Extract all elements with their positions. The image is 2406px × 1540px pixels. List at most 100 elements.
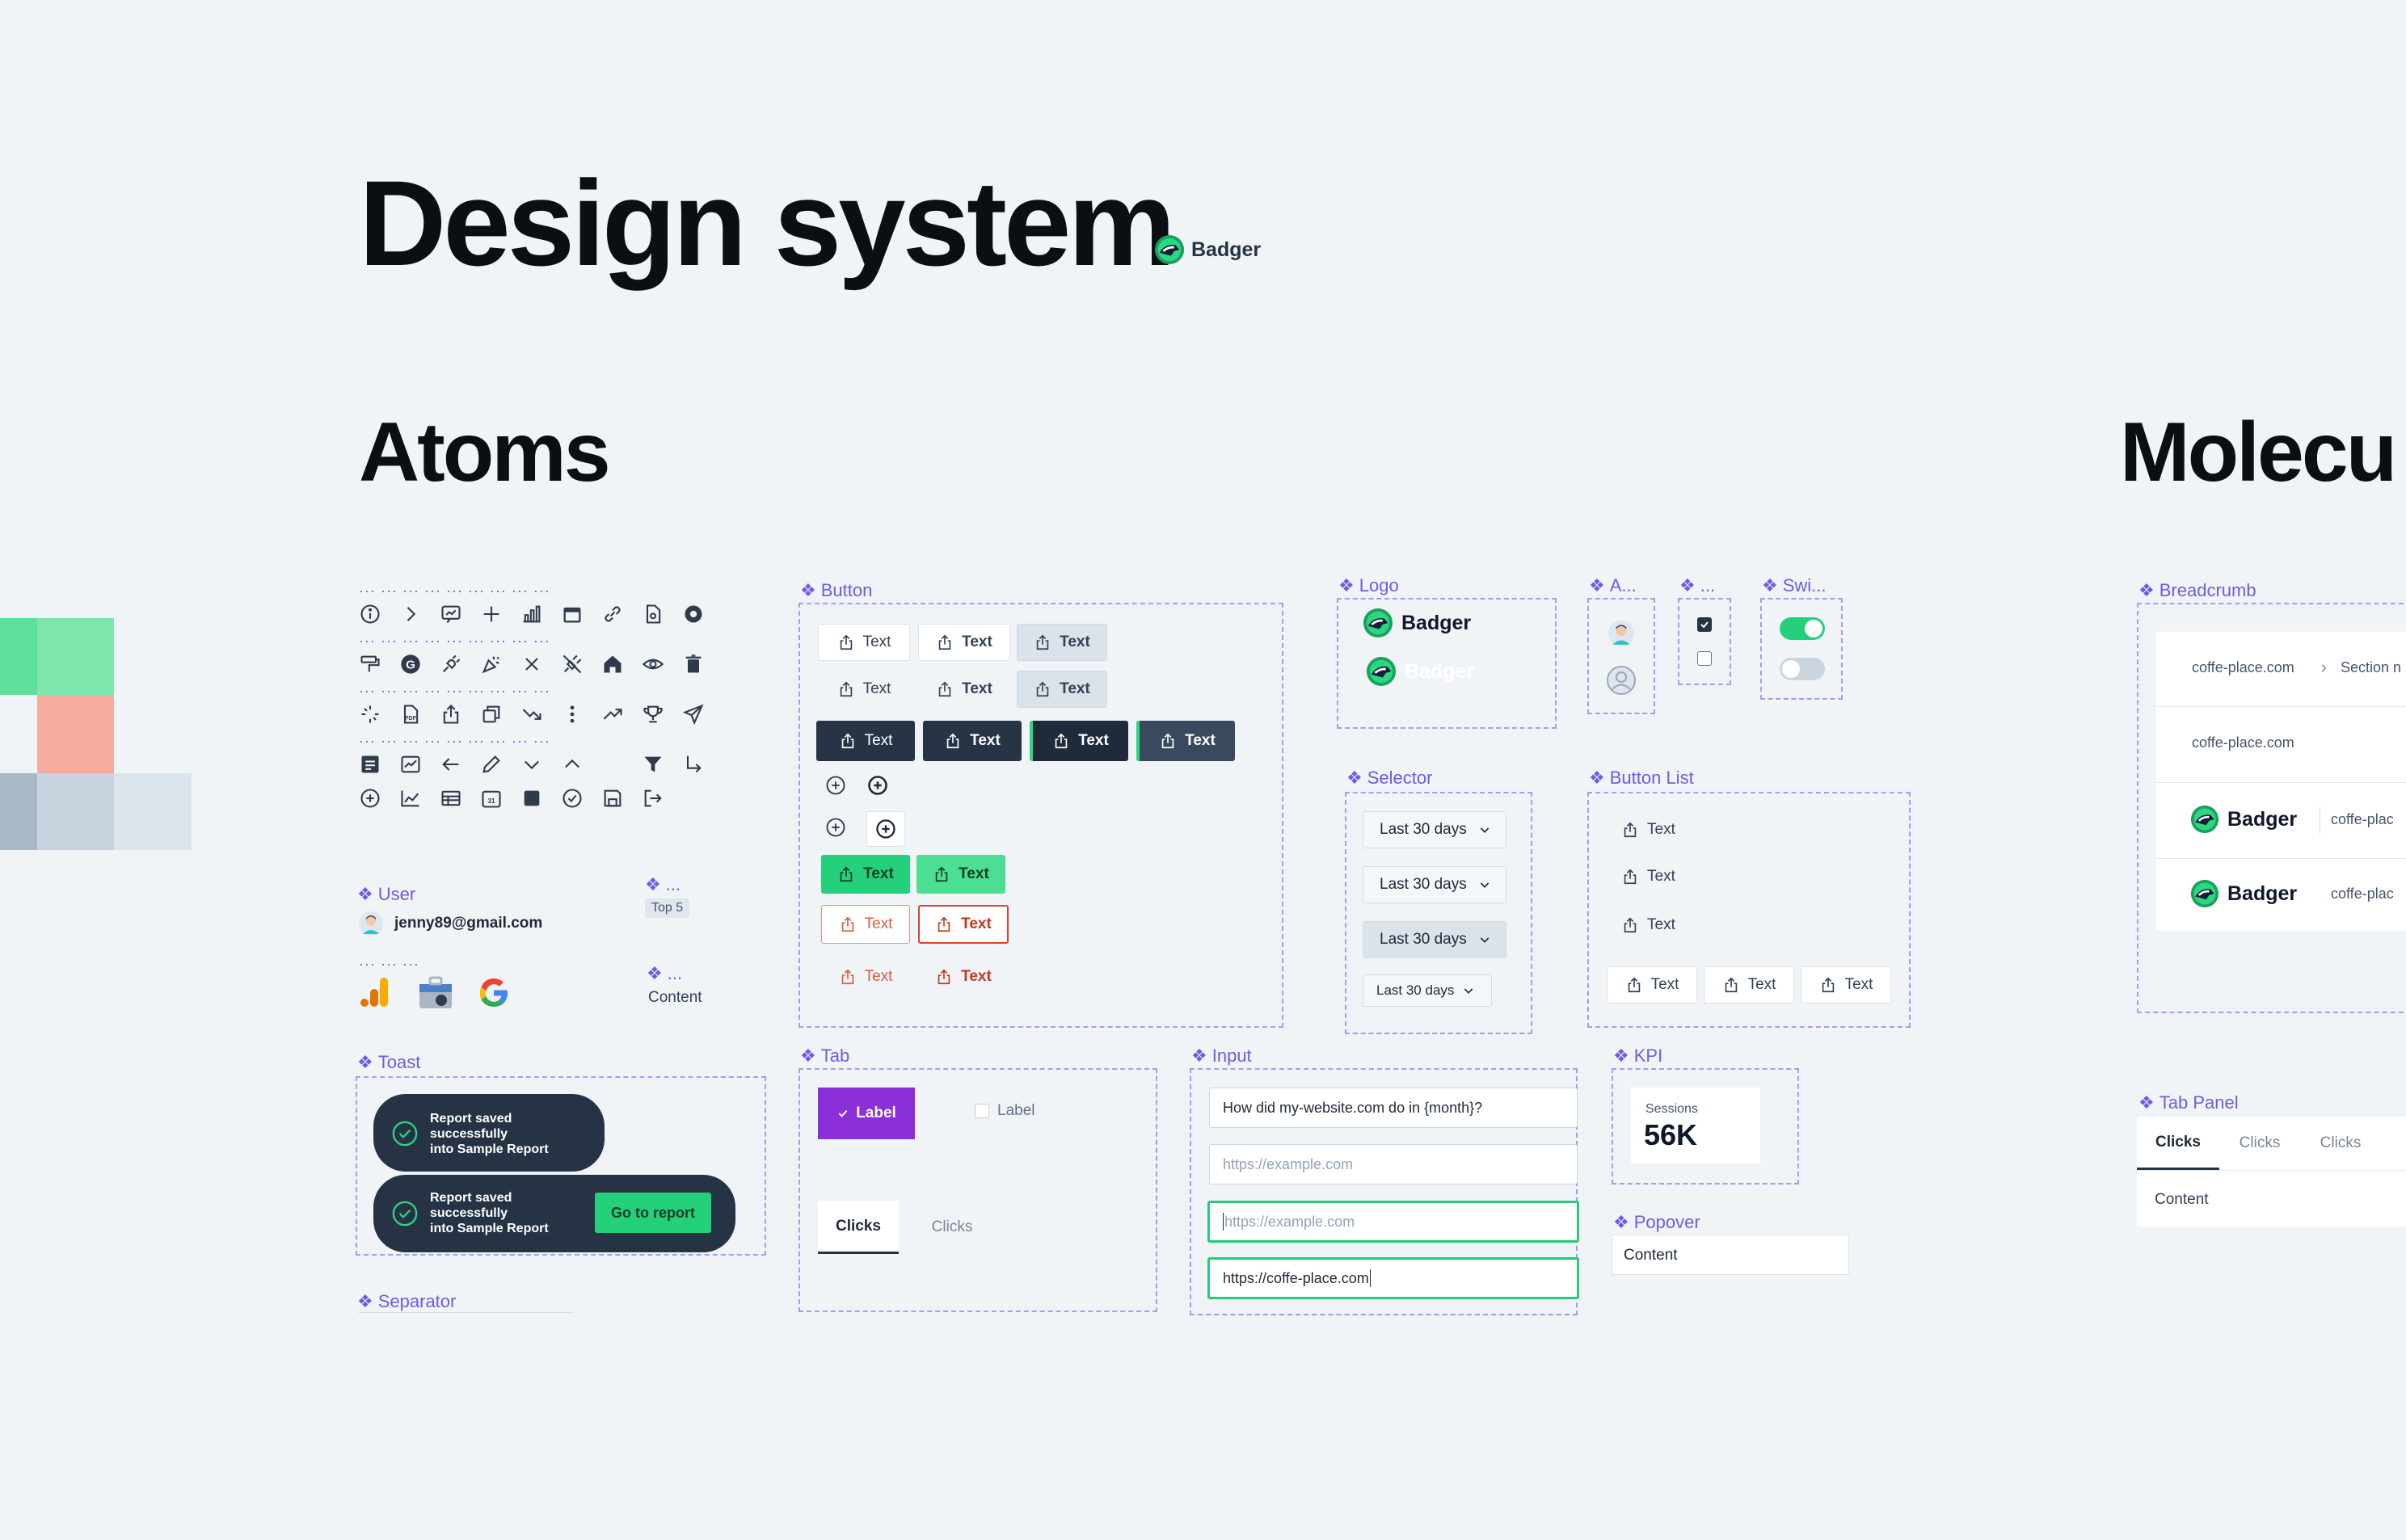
text-button-outline[interactable]: Text [818,624,910,661]
chevron-right-icon [407,607,416,621]
share-icon [841,733,853,749]
unplug-icon [563,654,582,674]
text-button-dark-bold[interactable]: Text [923,721,1022,761]
share-icon [1624,917,1637,933]
content-label: Content [648,989,702,1006]
decor-block-green-1 [0,618,37,695]
eye-icon [642,658,664,670]
tab-unselected-chip[interactable]: Label [975,1102,1035,1120]
brand-logo: Badger [1154,234,1261,265]
share-icon [1036,681,1049,697]
decor-block-gray-2 [37,773,114,850]
breadcrumb-row: coffe-place.com Section n [2156,632,2406,707]
url-input-filled[interactable]: https://coffe-place.com [1207,1257,1579,1299]
text-button-dark-hover[interactable]: Text [1136,721,1235,761]
toast-line-2: successfully [430,1127,508,1141]
tab-clicks-active[interactable]: Clicks [818,1201,899,1254]
user-email: jenny89@gmail.com [394,915,543,932]
add-circle-icon-button-outlined[interactable] [866,811,905,847]
date-range-selector-small[interactable]: Last 30 days [1363,974,1492,1007]
breadcrumb-domain[interactable]: coffe-place.com [2192,734,2294,751]
text-button-gray-pressed[interactable]: Text [1017,671,1107,708]
tab-clicks[interactable]: Clicks [913,1201,991,1254]
kpi-label: Sessions [1645,1102,1698,1116]
add-circle-icon-button-plain[interactable] [824,816,847,839]
date-range-selector-hover[interactable]: Last 30 days [1363,866,1506,903]
breadcrumb-domain[interactable]: coffe-place.com [2192,659,2294,676]
chevron-up-icon [565,759,579,768]
google-logo-icon [479,978,508,1007]
tab-panel-tab-active[interactable]: Clicks [2137,1117,2219,1170]
checkbox-unchecked[interactable] [1697,651,1712,666]
tab-panel-divider [2137,1170,2406,1171]
add-circle-icon [360,789,380,808]
button-list-item-horizontal[interactable]: Text [1704,966,1794,1004]
add-circle-icon-button-bold[interactable] [866,774,889,797]
breadcrumb-trail[interactable]: coffe-plac [2331,811,2394,828]
checkbox-checked[interactable] [1697,617,1712,632]
add-circle-icon-button[interactable] [824,774,847,797]
text-button-dark-selected[interactable]: Text [1030,721,1128,761]
brand-name: Badger [1191,238,1262,261]
breadcrumb-trail[interactable]: coffe-plac [2331,886,2394,903]
share-icon [841,916,853,932]
question-input[interactable]: How did my-website.com do in {month}? [1209,1088,1578,1128]
square-icon [524,790,540,806]
date-range-selector-active[interactable]: Last 30 days [1363,921,1506,958]
text-button-danger-plain-bold[interactable]: Text [918,958,1009,995]
text-button-danger-outline[interactable]: Text [821,905,910,944]
text-button-danger-outline-bold[interactable]: Text [918,905,1009,944]
badger-logo-icon [2190,805,2219,834]
button-list-item[interactable]: Text [1608,907,1697,944]
switch-off[interactable] [1780,658,1825,680]
input-component-label: ❖ Input [1191,1046,1252,1066]
loading-icon [361,705,379,723]
button-list-item-horizontal[interactable]: Text [1801,966,1891,1004]
decor-block-salmon [37,695,114,773]
svg-text:PDF: PDF [405,716,417,722]
avatar-component-label: ❖ A... [1589,575,1637,595]
selector-component-label: ❖ Selector [1346,768,1433,788]
text-button-green[interactable]: Text [821,855,910,894]
button-list-item[interactable]: Text [1608,858,1697,895]
text-button-dark[interactable]: Text [816,721,915,761]
date-range-selector[interactable]: Last 30 days [1363,811,1506,848]
breadcrumb-section[interactable]: Section n [2341,659,2401,676]
tab-panel-component-label: ❖ Tab Panel [2138,1092,2239,1113]
top5-component-label: ❖... [645,874,681,894]
plus-icon [483,606,499,622]
checkbox-component-label: ❖... [1679,575,1716,595]
text-button-plain-bold[interactable]: Text [918,671,1010,708]
icon-dots-row1: ··· ··· ··· ··· ··· ··· ··· ··· ··· [359,583,550,599]
tab-panel-tab[interactable]: Clicks [2219,1117,2300,1170]
text-button-plain[interactable]: Text [818,671,910,708]
text-button-green-hover[interactable]: Text [916,855,1005,894]
more-vertical-icon [570,705,575,723]
url-input-focused[interactable]: https://example.com [1207,1201,1579,1243]
button-list-item[interactable]: Text [1608,811,1697,848]
popover-content: Content [1624,1247,1678,1264]
business-profile-icon [419,976,452,1008]
badger-logo-icon [1154,234,1185,265]
switch-on[interactable] [1780,617,1825,640]
tab-selected-chip[interactable]: Label [818,1088,915,1139]
close-icon [525,658,538,671]
checkbox-icon [975,1104,989,1118]
button-list-item-horizontal[interactable]: Text [1607,966,1697,1004]
badger-logo-icon [1366,656,1397,687]
svg-text:31: 31 [487,797,495,805]
go-to-report-button[interactable]: Go to report [595,1193,711,1233]
button-component-label: ❖ Button [800,580,873,600]
popover: Content [1612,1235,1849,1275]
text-button-danger-plain[interactable]: Text [821,958,910,995]
text-button-outline-bold[interactable]: Text [918,624,1010,661]
trash-icon [685,654,702,673]
url-input[interactable]: https://example.com [1209,1144,1578,1184]
breadcrumb-row: Badger coffe-plac [2156,858,2406,931]
chevron-down-icon [1480,827,1490,833]
page-title: Design system [359,155,1176,291]
tab-panel-tab[interactable]: Clicks [2300,1117,2381,1170]
text-button-gray[interactable]: Text [1017,624,1107,661]
share-icon [841,969,853,985]
tab-component-label: ❖ Tab [800,1046,850,1066]
